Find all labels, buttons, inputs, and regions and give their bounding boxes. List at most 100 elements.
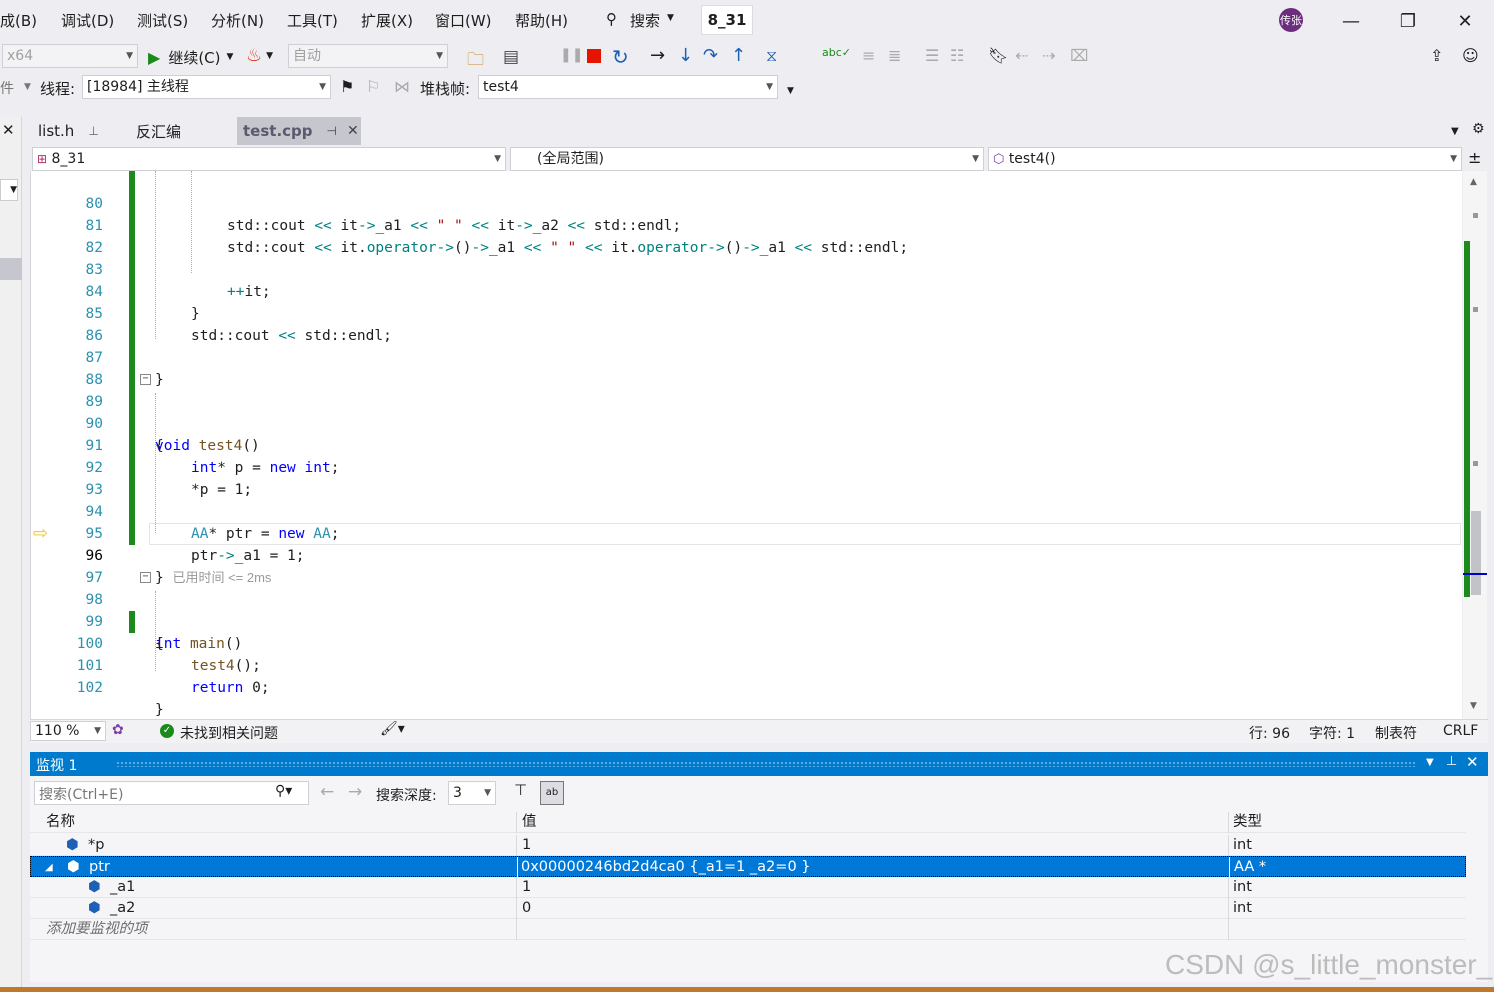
back-arrow-icon[interactable]: ← (320, 782, 334, 802)
column-name[interactable]: 名称 (46, 812, 75, 833)
scroll-thumb[interactable] (1471, 511, 1481, 595)
eol-indicator[interactable]: CRLF (1443, 723, 1478, 739)
platform-select[interactable]: x64 ▼ (2, 44, 138, 68)
stop-icon[interactable] (587, 49, 601, 63)
menu-test[interactable]: 测试(S) (137, 10, 188, 31)
auto-select[interactable]: 自动 ▼ (288, 44, 448, 68)
search-depth-select[interactable]: 3 ▼ (448, 781, 496, 805)
next-bookmark-icon[interactable]: ⇢ (1042, 46, 1055, 65)
step-over-icon[interactable]: ↷ (703, 45, 718, 66)
collapse-icon[interactable]: − (140, 572, 151, 583)
menu-extensions[interactable]: 扩展(X) (361, 10, 413, 31)
watch-row[interactable]: ◢ ⬢ ptr 0x00000246bd2d4ca0 {_a1=1 _a2=0 … (30, 856, 1466, 878)
pause-icon[interactable]: ❚❚ (560, 47, 583, 63)
share-icon[interactable]: ⇪ (1430, 46, 1443, 65)
menu-debug[interactable]: 调试(D) (61, 10, 114, 31)
intellicode-icon[interactable]: ✿ (112, 722, 124, 738)
split-icon[interactable]: ± (1468, 148, 1481, 167)
code-editor[interactable]: ⇨ 80 std::cout << it->_a1 << " " << it->… (30, 171, 1462, 719)
close-icon[interactable]: ✕ (1466, 753, 1479, 771)
editor-scrollbar[interactable]: ▲ ▼ (1463, 171, 1487, 719)
watch-panel-header[interactable]: 监视 1 ▼ ⊥ ✕ (30, 752, 1488, 776)
stack-frame-select[interactable]: test4 ▼ (478, 75, 778, 99)
column-type[interactable]: 类型 (1233, 812, 1262, 833)
watch-value[interactable]: 1 (522, 877, 531, 898)
gear-icon[interactable]: ⚙ (1472, 121, 1485, 137)
watch-row[interactable]: ⬢ _a2 0 int (30, 898, 1466, 919)
watch-value[interactable]: 0x00000246bd2d4ca0 {_a1=1 _a2=0 } (521, 857, 811, 878)
pin-icon[interactable]: ⊥ (1446, 754, 1457, 769)
flag-all-icon[interactable]: ⚐ (366, 77, 380, 96)
swap-icon[interactable]: ⋈ (394, 77, 410, 96)
hex-toggle-icon[interactable]: ab (540, 781, 564, 805)
close-tab-icon[interactable]: ✕ (347, 123, 359, 139)
uncomment-icon[interactable]: ≣ (888, 46, 901, 65)
pin-icon[interactable]: ⊣ (327, 124, 337, 138)
clear-bookmarks-icon[interactable]: ⌧ (1070, 46, 1088, 65)
global-search[interactable]: ⚲ 搜索 ▼ (600, 8, 686, 32)
collapsed-combo[interactable]: ▼ (0, 179, 18, 201)
watch-value[interactable]: 0 (522, 898, 531, 919)
show-next-statement-icon[interactable]: → (650, 45, 665, 66)
add-watch-placeholder[interactable]: 添加要监视的项 (46, 919, 148, 940)
thread-select[interactable]: [18984] 主线程 ▼ (82, 75, 331, 99)
toolbar-overflow-icon[interactable]: ▼ (787, 86, 794, 96)
watch-name[interactable]: *p (88, 835, 104, 856)
watch-name[interactable]: ptr (89, 857, 110, 878)
project-select[interactable]: ⊞ 8_31 ▼ (32, 147, 506, 171)
brush-icon[interactable]: 🖌︎▾ (380, 721, 405, 737)
zoom-select[interactable]: 110 % ▼ (30, 721, 106, 741)
spell-check-icon[interactable]: abc✓ (822, 46, 851, 59)
column-divider[interactable] (516, 812, 517, 833)
flag-icon[interactable]: ⚑ (340, 77, 354, 96)
comment-icon[interactable]: ≡ (862, 46, 875, 65)
forward-arrow-icon[interactable]: → (348, 782, 362, 802)
watch-row[interactable]: ⬢ _a1 1 int (30, 877, 1466, 898)
function-select[interactable]: ⬡ test4() ▼ (988, 147, 1462, 171)
menu-build[interactable]: 成(B) (0, 10, 37, 31)
expand-triangle-icon[interactable]: ◢ (45, 857, 53, 878)
restart-icon[interactable]: ↻ (612, 45, 629, 69)
watch-value[interactable]: 1 (522, 835, 531, 856)
line-indicator[interactable]: 行: 96 (1249, 723, 1290, 743)
column-divider[interactable] (1228, 812, 1229, 833)
tab-test-cpp[interactable]: test.cpp ⊣ ✕ (237, 117, 361, 145)
watch-search-input[interactable]: 搜索(Ctrl+E) ⚲▾ (34, 781, 309, 805)
indent-icon[interactable]: ☰ (925, 46, 939, 65)
tab-list-dropdown-icon[interactable]: ▼ (1451, 126, 1459, 137)
menu-window[interactable]: 窗口(W) (435, 10, 492, 31)
search-icon[interactable]: ⚲▾ (275, 783, 292, 799)
watch-row[interactable]: ⬢ *p 1 int (30, 835, 1466, 856)
avatar[interactable]: 传张 (1279, 8, 1303, 32)
watch-name[interactable]: _a2 (110, 898, 135, 919)
feedback-icon[interactable]: ☺ (1462, 46, 1479, 65)
hot-reload-button[interactable]: ♨ ▼ (246, 45, 273, 66)
process-icon[interactable]: ▤ (503, 47, 519, 67)
pin-icon[interactable]: ⊥ (88, 124, 98, 138)
tab-list-h[interactable]: list.h ⊥ (32, 117, 110, 145)
bookmark-icon[interactable]: 🔖︎ (988, 46, 1008, 65)
scroll-down-icon[interactable]: ▼ (1470, 701, 1477, 711)
watch-name[interactable]: _a1 (110, 877, 135, 898)
chevron-down-icon[interactable]: ▼ (1426, 757, 1434, 768)
scroll-up-icon[interactable]: ▲ (1470, 177, 1477, 187)
side-tab-marker[interactable] (0, 258, 22, 280)
tab-disassembly[interactable]: 反汇编 (130, 117, 230, 145)
menu-tools[interactable]: 工具(T) (287, 10, 338, 31)
continue-button[interactable]: ▶ 继续(C) ▼ (148, 46, 233, 68)
pin-watch-icon[interactable]: ⊤ (514, 781, 527, 799)
menu-analyze[interactable]: 分析(N) (211, 10, 264, 31)
column-value[interactable]: 值 (522, 812, 537, 833)
collapse-icon[interactable]: − (140, 374, 151, 385)
tabs-indicator[interactable]: 制表符 (1375, 723, 1417, 743)
step-out-icon[interactable]: ↑ (731, 45, 746, 66)
add-watch-row[interactable]: 添加要监视的项 (30, 919, 1466, 940)
close-window-button[interactable]: ✕ (1453, 9, 1477, 33)
prev-bookmark-icon[interactable]: ⇠ (1015, 46, 1028, 65)
menu-help[interactable]: 帮助(H) (515, 10, 568, 31)
step-into-icon[interactable]: ↓ (678, 45, 693, 66)
hex-display-icon[interactable]: ⧖ (766, 46, 777, 66)
issues-text[interactable]: 未找到相关问题 (180, 723, 278, 743)
outdent-icon[interactable]: ☷ (950, 46, 964, 65)
minimize-button[interactable]: — (1339, 9, 1363, 33)
